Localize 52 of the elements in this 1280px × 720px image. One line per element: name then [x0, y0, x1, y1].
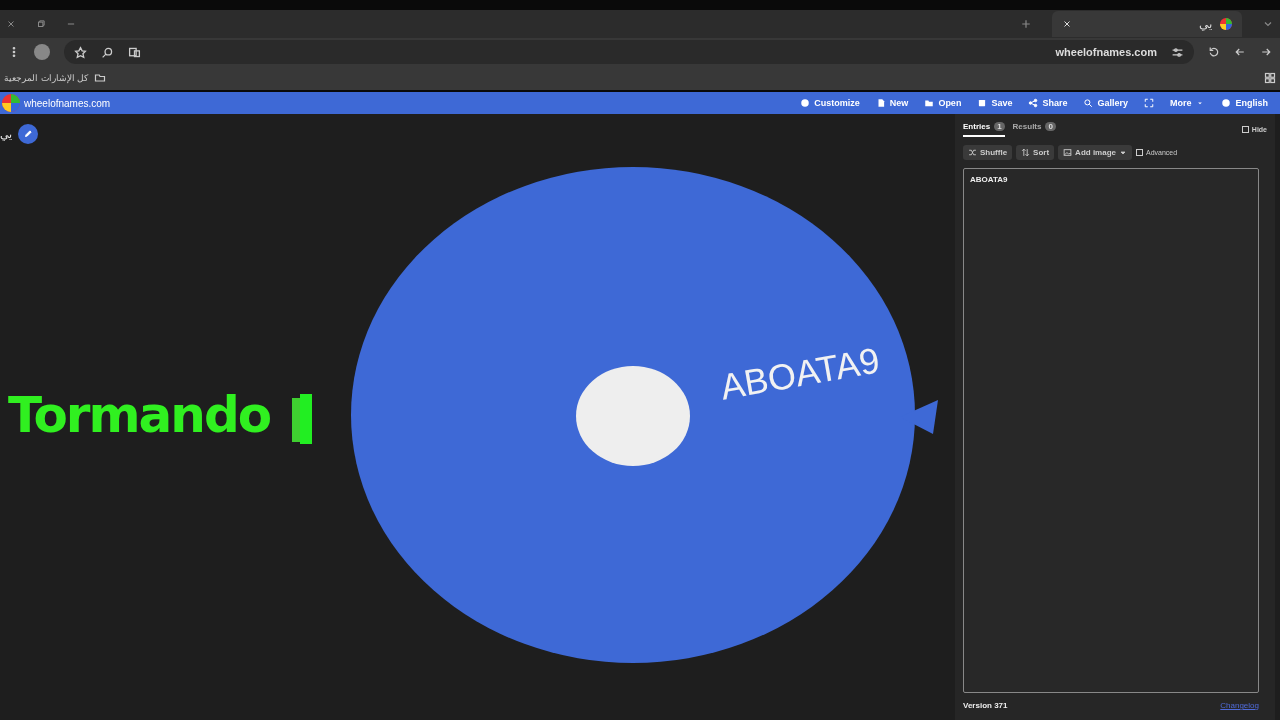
forward-icon	[1260, 46, 1272, 58]
panel-tab[interactable]: Entries 1	[963, 122, 1005, 137]
floppy-icon	[977, 98, 988, 108]
menu-button[interactable]: Customize	[794, 98, 866, 108]
wheel-segment[interactable]	[351, 167, 915, 663]
address-field[interactable]: wheelofnames.com	[1055, 46, 1157, 58]
restore-icon	[36, 19, 46, 29]
fullscreen-icon	[1143, 98, 1154, 108]
menu-button[interactable]: Open	[918, 98, 968, 108]
tool-button[interactable]: Add image	[1058, 145, 1132, 160]
tab-title: يي	[1199, 17, 1212, 31]
version-text: Version 371	[963, 701, 1008, 710]
segment-label: ABOATA9	[717, 339, 883, 408]
wheel-title: يي	[0, 127, 12, 141]
bar-icon	[292, 394, 313, 444]
star-icon	[74, 45, 87, 59]
shuffle-icon	[968, 148, 977, 157]
more-menu[interactable]: More	[1163, 98, 1212, 108]
reload-icon	[1208, 46, 1220, 58]
zoom-icon	[101, 45, 114, 59]
entries-field[interactable]: ABOATA9	[963, 168, 1259, 693]
menu-button[interactable]: New	[869, 98, 915, 108]
sort-icon	[1021, 148, 1031, 157]
menu-button[interactable]: Share	[1022, 98, 1074, 108]
tune-icon	[1171, 45, 1184, 59]
search-icon	[1083, 98, 1094, 108]
panel-tab[interactable]: Results 0	[1012, 122, 1056, 137]
folder-icon	[94, 72, 106, 84]
bookmarks-folder[interactable]: كل الإشارات المرجعية	[4, 73, 88, 83]
menu-button[interactable]: Gallery	[1077, 98, 1134, 108]
wheel-icon	[1220, 18, 1232, 30]
browser-tab[interactable]: يي	[1052, 11, 1242, 37]
site-title[interactable]: wheelofnames.com	[24, 97, 111, 109]
plus-icon	[1020, 18, 1032, 30]
edit-button[interactable]	[18, 124, 38, 144]
menu-button[interactable]: Save	[971, 98, 1019, 108]
tool-button[interactable]: Sort	[1016, 145, 1055, 160]
menu-button[interactable]: English	[1215, 98, 1274, 108]
folder-icon	[924, 98, 935, 108]
avatar-icon[interactable]	[34, 44, 50, 60]
close-icon	[6, 19, 16, 29]
apps-icon	[1264, 72, 1276, 84]
wheel-hub[interactable]	[576, 366, 690, 466]
tool-button[interactable]: Shuffle	[963, 145, 1013, 160]
close-icon	[1062, 19, 1072, 29]
caret-icon	[1119, 148, 1127, 157]
translate-icon	[128, 45, 141, 59]
back-icon	[1234, 46, 1246, 58]
share-icon	[1028, 98, 1039, 108]
image-icon	[1063, 148, 1073, 157]
pencil-icon	[23, 129, 33, 139]
caption-text: Tormando	[8, 386, 271, 444]
